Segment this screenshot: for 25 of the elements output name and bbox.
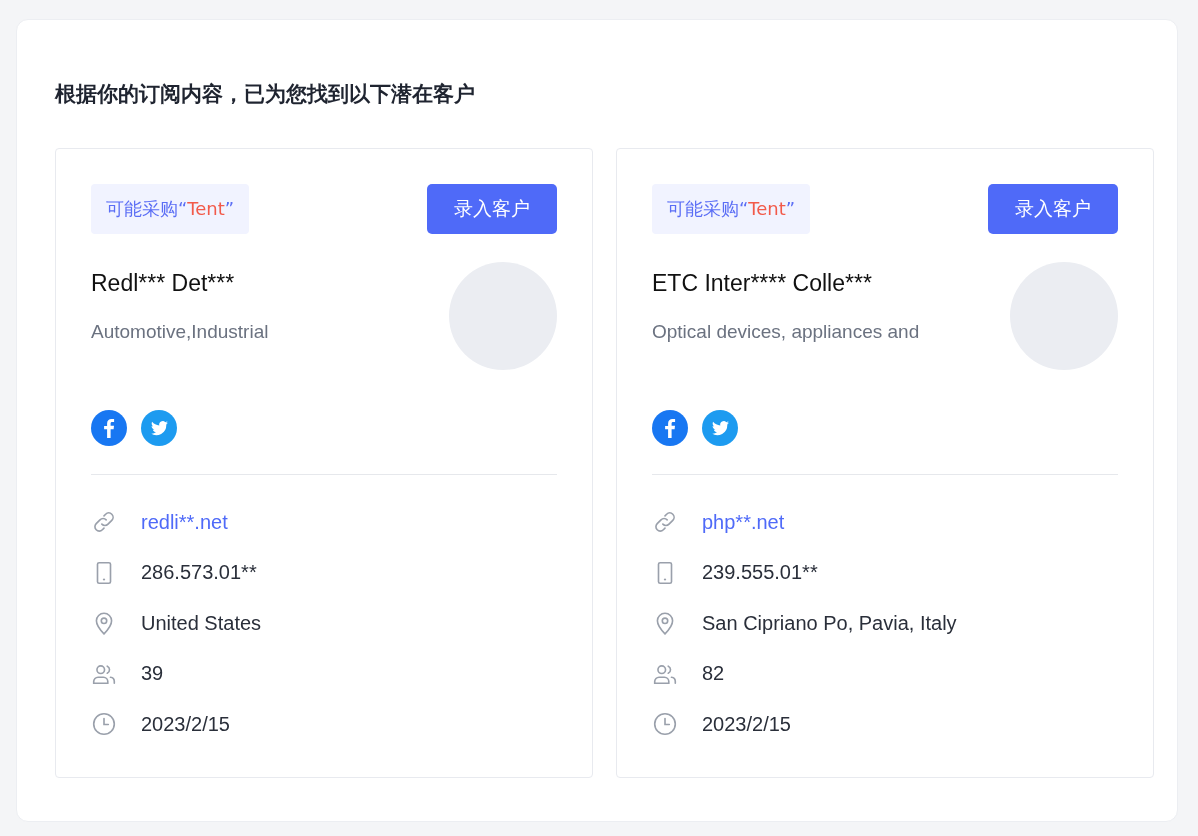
phone-text: 239.555.01** (702, 561, 818, 585)
phone-text: 286.573.01** (141, 561, 257, 585)
add-customer-button[interactable]: 录入客户 (427, 184, 557, 234)
twitter-icon[interactable] (702, 410, 738, 446)
location-text: United States (141, 611, 262, 635)
website-link[interactable]: php**.net (702, 510, 785, 534)
date-text: 2023/2/15 (702, 712, 791, 736)
company-name: Redl*** Det*** (91, 270, 236, 297)
industry-text: Automotive,Industrial (91, 321, 269, 343)
section-heading: 根据你的订阅内容，已为您找到以下潜在客户 (55, 81, 476, 108)
clock-icon (91, 711, 117, 738)
date-text: 2023/2/15 (141, 712, 230, 736)
add-customer-button[interactable]: 录入客户 (988, 184, 1118, 234)
purchase-tag: 可能采购“Tent” (91, 184, 250, 234)
facebook-icon[interactable] (91, 410, 127, 446)
employees-text: 82 (702, 662, 725, 686)
facebook-icon[interactable] (652, 410, 688, 446)
clock-icon (652, 711, 678, 738)
website-link[interactable]: redli**.net (141, 510, 228, 534)
company-name: ETC Inter**** Colle*** (652, 270, 873, 297)
location-text: San Cipriano Po, Pavia, Italy (702, 611, 957, 635)
twitter-icon[interactable] (141, 410, 177, 446)
industry-text: Optical devices, appliances and (652, 321, 920, 343)
purchase-tag: 可能采购“Tent” (652, 184, 811, 234)
employees-text: 39 (141, 662, 164, 686)
